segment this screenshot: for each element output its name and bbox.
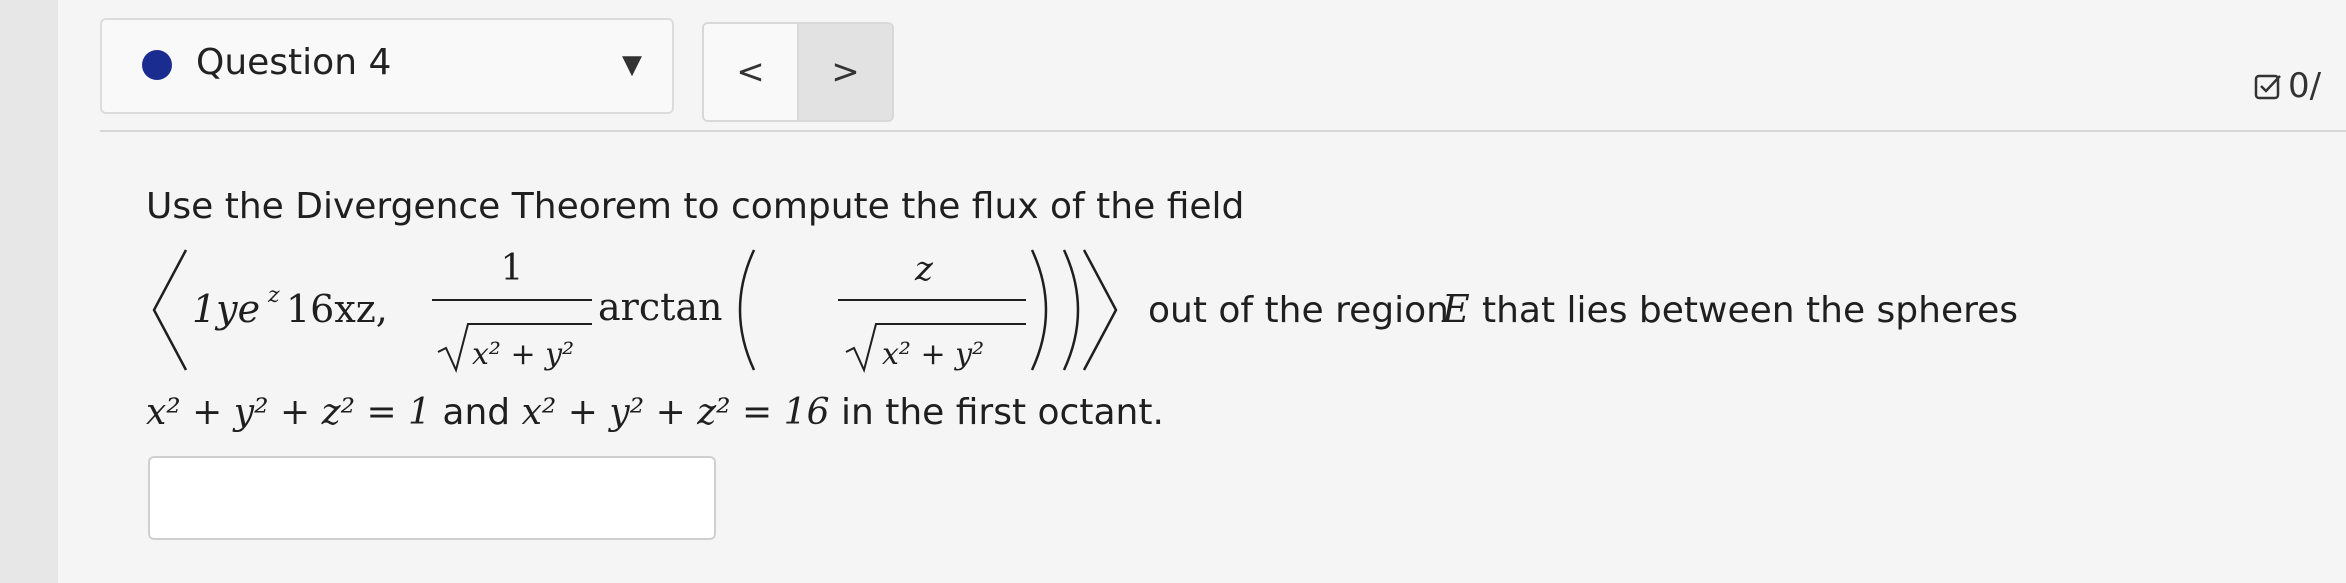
field-component-1-exponent: z [267, 283, 280, 308]
header-divider [100, 130, 2346, 132]
field-component-2: 16xz, [286, 287, 388, 331]
region-text-after: that lies between the spheres [1482, 290, 2018, 331]
next-question-button[interactable]: > [797, 24, 892, 120]
field-component-1: 1ye [192, 287, 260, 331]
left-gutter [0, 0, 58, 583]
inner-denominator: x² + y² [882, 337, 984, 372]
caret-down-icon[interactable]: ▼ [622, 50, 642, 80]
score-text: 0/ [2288, 66, 2322, 106]
score-indicator: 0/ [2254, 66, 2321, 106]
spheres-line: x² + y² + z² = 1 and x² + y² + z² = 16 i… [146, 392, 1164, 433]
fraction-numerator: 1 [501, 248, 524, 289]
answer-input[interactable] [148, 456, 716, 540]
conjunction-text: and [442, 392, 511, 433]
sphere-equation-2: x² + y² + z² = 16 [521, 392, 830, 433]
inner-numerator: z [914, 249, 934, 289]
question-status-dot [142, 50, 172, 80]
sphere-equation-1: x² + y² + z² = 1 [146, 392, 431, 433]
question-label: Question 4 [196, 42, 392, 83]
region-symbol: E [1441, 287, 1470, 331]
problem-intro: Use the Divergence Theorem to compute th… [146, 186, 1245, 227]
octant-text: in the first octant. [840, 392, 1164, 433]
vector-field-formula: 1ye z 16xz, 1 x² + y² arctan z x² + y² o… [152, 248, 2018, 373]
checkbox-icon [2254, 74, 2281, 100]
fraction-denominator: x² + y² [472, 337, 574, 372]
arctan-function: arctan [598, 285, 723, 329]
question-nav: < > [702, 22, 894, 122]
previous-question-button[interactable]: < [704, 24, 797, 120]
question-selector[interactable]: Question 4 ▼ [100, 18, 674, 114]
region-text-before: out of the region [1148, 290, 1449, 331]
